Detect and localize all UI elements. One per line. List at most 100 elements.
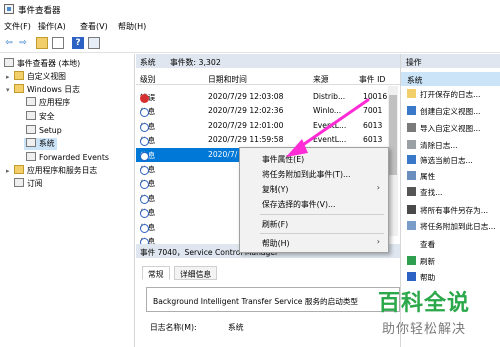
level-cell: 信息 — [140, 207, 155, 219]
event-description-box[interactable]: Background Intelligent Transfer Service … — [146, 287, 400, 312]
log-icon — [26, 97, 36, 106]
action-label: 查看 — [420, 240, 436, 249]
action-item[interactable]: 将所有事件另存为... — [407, 205, 488, 218]
annotation-arrow-icon — [286, 98, 370, 157]
folder-icon — [14, 165, 24, 174]
column-headers: 级别 日期和时间 来源 事件 ID — [136, 72, 400, 85]
log-title: 系统 — [140, 58, 156, 67]
action-label: 查找... — [420, 188, 443, 197]
tree-item-application[interactable]: 应用程序 — [26, 97, 70, 109]
menu-item-help[interactable]: 帮助(H) — [262, 238, 290, 249]
tree-item-forwarded-events[interactable]: Forwarded Events — [26, 152, 109, 164]
level-cell: 信息 — [140, 178, 155, 190]
tree-item-setup[interactable]: Setup — [26, 125, 62, 137]
action-label: 导入自定义视图... — [420, 124, 481, 133]
level-cell: 信息 — [140, 222, 155, 233]
menu-item-copy[interactable]: 复制(Y) — [262, 184, 288, 195]
clear-icon — [407, 140, 416, 149]
menu-action[interactable]: 操作(A) — [38, 21, 66, 32]
log-icon — [26, 138, 36, 147]
events-header: 系统 事件数: 3,302 — [136, 54, 400, 68]
tree-item-windows-logs[interactable]: ▾ Windows 日志 — [6, 84, 80, 96]
forward-arrow-icon[interactable]: ⇨ — [17, 37, 29, 49]
error-icon — [140, 94, 149, 103]
tree-item-security[interactable]: 安全 — [26, 111, 55, 123]
action-label: 打开保存的日志... — [420, 90, 481, 99]
menu-item-refresh[interactable]: 刷新(F) — [262, 219, 288, 230]
info-icon — [140, 122, 149, 132]
tree-item-custom-views[interactable]: ▸ 自定义视图 — [6, 71, 66, 83]
menu-separator — [260, 233, 384, 234]
action-item[interactable]: 导入自定义视图... — [407, 123, 480, 136]
funnel-icon — [407, 155, 416, 164]
column-source[interactable]: 来源 — [313, 74, 329, 85]
up-folder-icon[interactable] — [36, 37, 48, 49]
tab-general[interactable]: 常规 — [142, 266, 170, 280]
find-icon — [407, 187, 416, 196]
chevron-down-icon[interactable]: ▾ — [6, 86, 14, 94]
tree-item-app-service-logs[interactable]: ▸ 应用程序和服务日志 — [6, 165, 97, 177]
datetime-cell: 2020/7/29 12:02:36 — [208, 106, 284, 116]
action-item[interactable]: 创建自定义视图... — [407, 106, 480, 119]
refresh-icon — [407, 256, 416, 265]
column-event-id[interactable]: 事件 ID — [359, 74, 385, 85]
help-icon — [407, 272, 416, 281]
import-icon — [407, 123, 416, 132]
filter-icon — [407, 106, 416, 115]
menu-view[interactable]: 查看(V) — [80, 21, 108, 32]
title-bar: 事件查看器 — [0, 0, 500, 19]
action-label: 将任务附加到此日志... — [420, 222, 496, 231]
chevron-right-icon[interactable]: ▸ — [6, 73, 14, 81]
show-action-pane-icon[interactable] — [88, 37, 100, 49]
chevron-right-icon[interactable]: ▸ — [6, 167, 14, 175]
log-name-label: 日志名称(M): — [150, 323, 197, 332]
menu-item-attach-task[interactable]: 将任务附加到此事件(T)... — [262, 169, 350, 180]
datetime-cell: 2020/7/29 11:59:58 — [208, 135, 284, 145]
action-label: 将所有事件另存为... — [420, 206, 488, 215]
tree-item-system[interactable]: 系统 — [24, 138, 57, 150]
detail-tabs: 常规 详细信息 — [136, 266, 400, 280]
tab-details[interactable]: 详细信息 — [174, 266, 218, 280]
action-item[interactable]: 打开保存的日志... — [407, 89, 480, 102]
menu-file[interactable]: 文件(F) — [4, 21, 31, 32]
task-icon — [407, 221, 416, 230]
actions-header: 操作 — [401, 54, 500, 68]
info-icon — [140, 223, 149, 233]
menu-help[interactable]: 帮助(H) — [118, 21, 146, 32]
action-label: 清除日志... — [420, 141, 458, 150]
column-level[interactable]: 级别 — [140, 74, 156, 85]
properties-icon — [407, 171, 416, 180]
log-icon — [26, 111, 36, 120]
action-label: 筛选当前日志... — [420, 156, 473, 165]
action-label: 属性 — [420, 172, 436, 181]
scrollbar-thumb[interactable] — [389, 95, 397, 175]
action-item[interactable]: 刷新 — [407, 256, 435, 269]
console-tree-icon[interactable] — [52, 37, 64, 49]
tree-item-root[interactable]: 事件查看器 (本地) — [4, 58, 80, 70]
action-item[interactable]: 筛选当前日志... — [407, 155, 473, 168]
tree-item-subscriptions[interactable]: 订阅 — [14, 178, 43, 190]
level-cell: 信息 — [140, 106, 155, 118]
event-viewer-app-icon — [4, 4, 14, 14]
menu-bar: 文件(F) 操作(A) 查看(V) 帮助(H) — [0, 19, 500, 34]
watermark: 百科全说 助你轻松解决 — [376, 284, 500, 347]
log-name-value: 系统 — [228, 323, 244, 332]
column-datetime[interactable]: 日期和时间 — [208, 74, 247, 85]
level-cell: 信息 — [140, 135, 155, 147]
menu-item-save-selected[interactable]: 保存选择的事件(V)... — [262, 199, 335, 210]
folder-icon — [14, 84, 24, 93]
back-arrow-icon[interactable]: ⇦ — [3, 37, 15, 49]
action-item[interactable]: 查找... — [407, 187, 442, 200]
actions-section-system[interactable]: 系统 — [401, 72, 500, 86]
action-item[interactable]: 属性 — [407, 171, 435, 184]
window-title: 事件查看器 — [18, 6, 61, 16]
action-item[interactable]: 查看 — [407, 239, 435, 252]
folder-open-icon — [407, 89, 416, 98]
action-item[interactable]: 将任务附加到此日志... — [407, 221, 496, 234]
info-icon — [140, 151, 149, 161]
info-icon — [140, 194, 149, 204]
folder-icon — [14, 71, 24, 80]
level-cell: 信息 — [140, 121, 155, 132]
action-item[interactable]: 清除日志... — [407, 140, 458, 153]
help-icon[interactable]: ? — [72, 37, 84, 49]
